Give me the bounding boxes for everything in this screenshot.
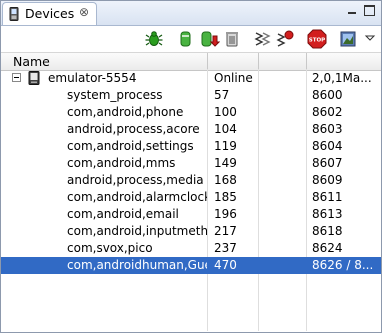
process-port: 8624 [312,241,343,255]
process-name: com,svox,pico [67,241,153,255]
process-name: com,androidhuman,Guest [67,258,207,272]
heap-update-icon[interactable] [176,29,196,49]
device-status: Online [214,71,253,85]
process-row[interactable]: system_process 57 8600 [1,87,381,104]
devices-view: Devices ⊗ STOP Name emulator-5554 Online… [0,0,382,333]
process-row[interactable]: com,android,alarmclock 185 8611 [1,189,381,206]
process-name: android,process,media [67,173,204,187]
process-pid: 119 [214,139,237,153]
view-tab-strip: Devices ⊗ [1,1,381,26]
screen-capture-icon[interactable] [338,29,358,49]
close-icon[interactable]: ⊗ [79,5,91,19]
process-port: 8603 [312,122,343,136]
process-port: 8604 [312,139,343,153]
column-header: Name [1,52,381,71]
stop-process-icon[interactable]: STOP [307,29,327,49]
process-name: com,android,alarmclock [67,190,207,204]
process-port: 8611 [312,190,343,204]
process-port: 8618 [312,224,343,238]
devices-toolbar: STOP [1,26,381,52]
device-version: 2,0,1Ma... [312,71,372,85]
phone-icon [8,7,20,21]
process-pid: 100 [214,105,237,119]
process-name: android,process,acore [67,122,200,136]
process-pid: 149 [214,156,237,170]
process-name: com,android,settings [67,139,194,153]
process-name: com,android,phone [67,105,184,119]
process-row[interactable]: com,svox,pico 237 8624 [1,240,381,257]
process-port: 8613 [312,207,343,221]
process-pid: 470 [214,258,237,272]
threads-update-icon[interactable] [253,29,273,49]
process-name: com,android,mms [67,156,176,170]
process-row[interactable]: com,android,inputmethod 217 8618 [1,223,381,240]
process-row[interactable]: com,android,email 196 8613 [1,206,381,223]
process-port: 8602 [312,105,343,119]
column-name-header[interactable]: Name [13,54,50,69]
svg-text:STOP: STOP [309,38,325,44]
tab-title: Devices [25,6,75,21]
maximize-button[interactable] [364,5,375,16]
column-divider[interactable] [258,53,259,70]
process-pid: 104 [214,122,237,136]
process-pid: 168 [214,173,237,187]
column-divider[interactable] [306,53,307,70]
process-pid: 185 [214,190,237,204]
bug-icon[interactable] [144,29,164,49]
process-port: 8600 [312,88,343,102]
minimize-button[interactable] [347,5,358,16]
process-name: system_process [67,88,163,102]
dump-hprof-icon[interactable] [200,29,220,49]
process-port: 8609 [312,173,343,187]
process-name: com,android,email [67,207,179,221]
collapse-toggle[interactable] [12,73,21,82]
process-row[interactable]: com,android,mms 149 8607 [1,155,381,172]
device-icon [27,71,41,85]
process-pid: 196 [214,207,237,221]
process-row[interactable]: android,process,acore 104 8603 [1,121,381,138]
process-pid: 237 [214,241,237,255]
process-port: 8607 [312,156,343,170]
device-row[interactable]: emulator-5554 Online 2,0,1Ma... [1,70,381,87]
process-name: com,android,inputmethod [67,224,207,238]
process-pid: 57 [214,88,230,102]
device-name: emulator-5554 [48,71,137,85]
gc-icon[interactable] [222,29,242,49]
devices-tab[interactable]: Devices ⊗ [2,2,97,25]
process-port: 8626 / 8... [312,258,374,272]
process-row[interactable]: com,android,settings 119 8604 [1,138,381,155]
process-row[interactable]: com,android,phone 100 8602 [1,104,381,121]
view-menu-icon[interactable] [360,29,380,49]
column-divider[interactable] [207,53,208,70]
process-pid: 217 [214,224,237,238]
process-row[interactable]: com,androidhuman,Guest 470 8626 / 8... [1,257,381,274]
thread-stop-icon[interactable] [275,29,295,49]
process-row[interactable]: android,process,media 168 8609 [1,172,381,189]
